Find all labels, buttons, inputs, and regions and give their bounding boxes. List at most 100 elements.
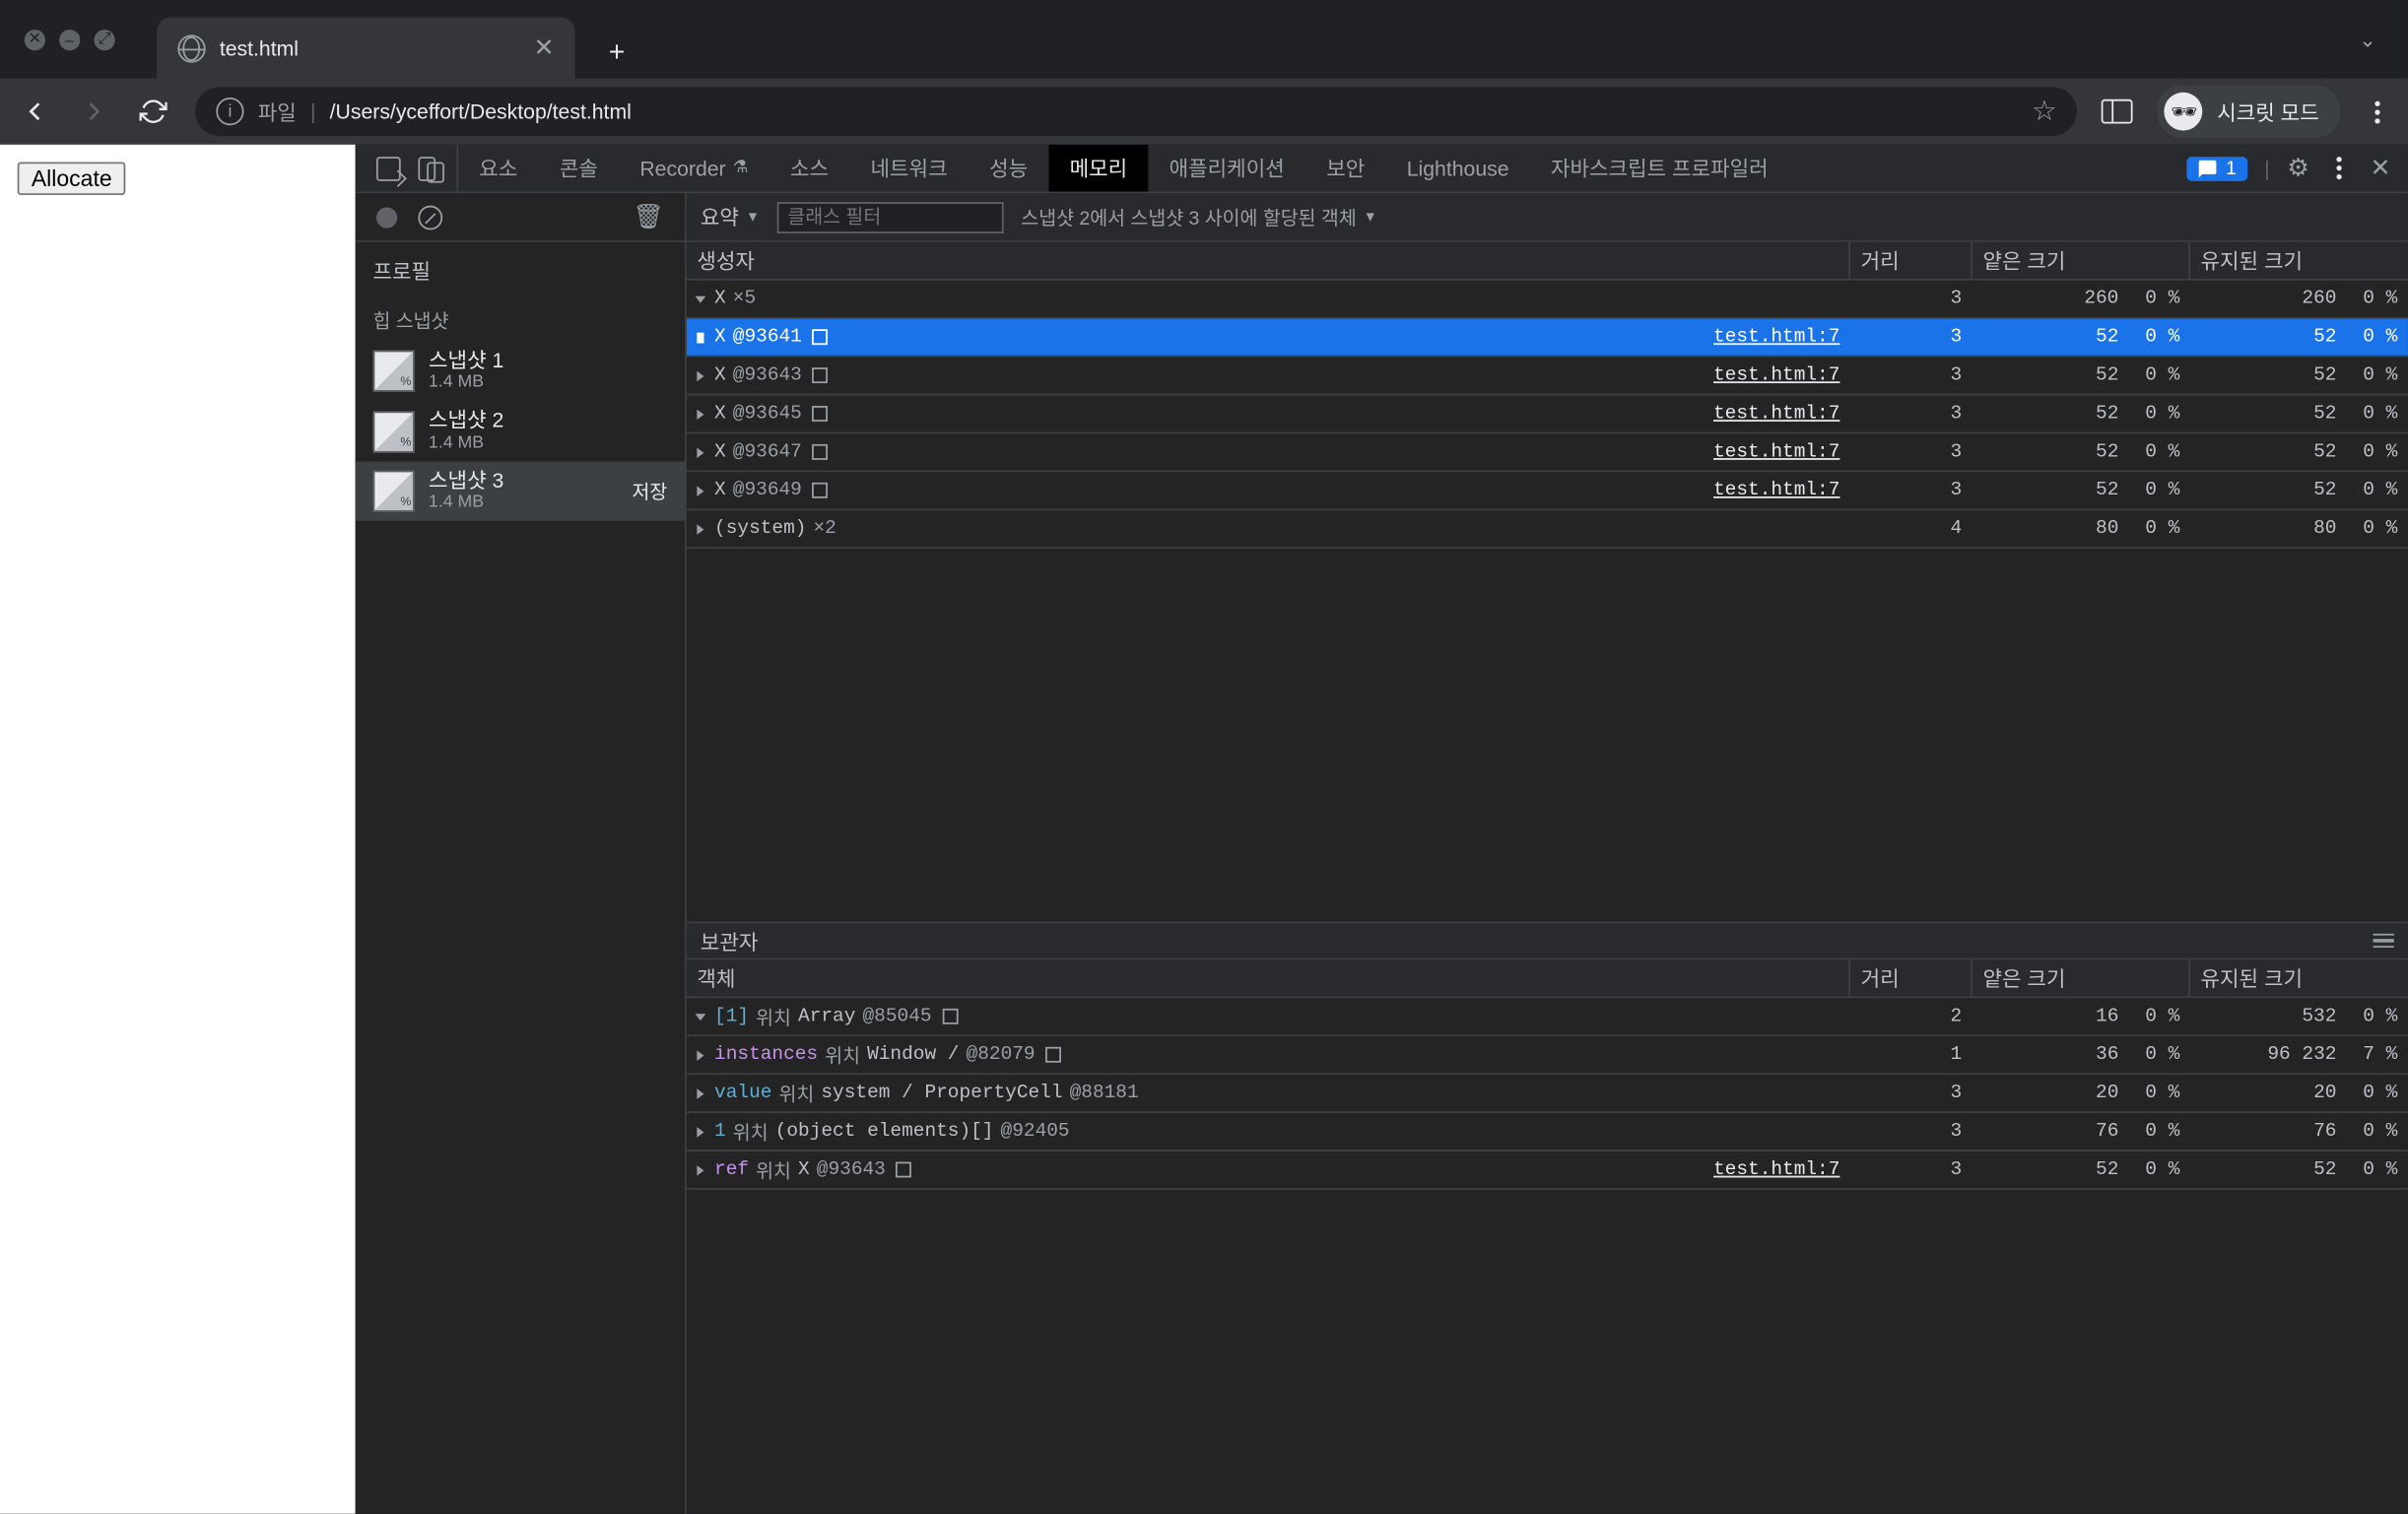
disclosure-icon[interactable] [697,1164,703,1175]
devtools-menu-icon[interactable] [2326,157,2353,179]
col-distance[interactable]: 거리 [1850,959,1973,996]
window-zoom-icon[interactable]: ⤢ [94,29,114,49]
table-row[interactable]: value 위치 system / PropertyCell @88181 32… [687,1075,2408,1113]
browser-menu-icon[interactable] [2365,100,2391,123]
hamburger-icon[interactable] [2374,933,2394,948]
window-icon [812,329,828,345]
sidebar-toolbar: 🗑 [356,193,685,242]
view-dropdown[interactable]: 요약▼ [701,202,760,231]
class-filter-input[interactable] [777,201,1004,232]
tab-security[interactable]: 보안 [1305,145,1386,192]
source-link[interactable]: test.html:7 [1713,1159,1839,1180]
forward-button[interactable] [77,94,111,128]
back-button[interactable] [18,94,52,128]
tab-elements[interactable]: 요소 [458,145,539,192]
tab-performance[interactable]: 성능 [969,145,1049,192]
memory-main-panel: 요약▼ 스냅샷 2에서 스냅샷 3 사이에 할당된 객체▼ 생성자 거리 얕은 … [687,193,2408,1513]
window-icon [812,367,828,383]
table-row[interactable]: [1] 위치 Array @85045 2160 %5320 % [687,998,2408,1036]
retainers-header: 보관자 [687,921,2408,959]
table-row[interactable]: X @93641 test.html:73520 %520 % [687,319,2408,358]
clear-icon[interactable] [418,205,442,230]
snapshot-size: 1.4 MB [429,494,503,514]
snapshot-save[interactable]: 저장 [632,477,667,504]
devtools-close-icon[interactable]: ✕ [2370,154,2390,183]
disclosure-icon[interactable] [697,370,703,381]
table-row[interactable]: X @93647 test.html:73520 %520 % [687,433,2408,472]
table-row[interactable]: (system) ×2 4800 %800 % [687,510,2408,549]
record-icon[interactable] [376,207,397,228]
table-row[interactable]: X ×5 32600 %2600 % [687,281,2408,319]
disclosure-icon[interactable] [697,1087,703,1098]
col-object[interactable]: 객체 [687,959,1850,996]
source-link[interactable]: test.html:7 [1713,403,1839,424]
browser-tab[interactable]: test.html ✕ [157,18,574,79]
chevron-down-icon: ▼ [1364,209,1377,225]
table-row[interactable]: instances 위치 Window / @82079 1360 %96 23… [687,1036,2408,1075]
disclosure-icon[interactable] [696,296,706,302]
tab-recorder[interactable]: Recorder⚗ [619,145,769,192]
issues-badge[interactable]: 1 [2187,156,2246,180]
tab-sources[interactable]: 소스 [769,145,850,192]
source-link[interactable]: test.html:7 [1713,364,1839,385]
tab-profiler[interactable]: 자바스크립트 프로파일러 [1530,145,1789,192]
table-row[interactable]: X @93645 test.html:73520 %520 % [687,395,2408,433]
col-retained[interactable]: 유지된 크기 [2190,242,2408,279]
site-info-icon[interactable]: i [216,98,243,125]
col-distance[interactable]: 거리 [1850,242,1973,279]
tab-overflow-icon[interactable]: ⌄ [2359,27,2408,51]
disclosure-icon[interactable] [696,1013,706,1020]
snapshot-name: 스냅샷 3 [429,468,503,493]
inspect-icon[interactable] [376,156,401,180]
tab-memory[interactable]: 메모리 [1048,145,1148,192]
tab-lighthouse[interactable]: Lighthouse [1385,145,1529,192]
disclosure-icon[interactable] [697,332,703,343]
toolbar: i 파일 | /Users/yceffort/Desktop/test.html… [0,79,2408,145]
disclosure-icon[interactable] [697,485,703,495]
tab-close-icon[interactable]: ✕ [534,33,555,63]
source-link[interactable]: test.html:7 [1713,327,1839,348]
retainers-title: 보관자 [701,926,759,955]
col-retained[interactable]: 유지된 크기 [2190,959,2408,996]
disclosure-icon[interactable] [697,447,703,458]
omnibox[interactable]: i 파일 | /Users/yceffort/Desktop/test.html… [195,87,2078,136]
snapshot-item[interactable]: % 스냅샷 2 1.4 MB [356,401,685,461]
source-link[interactable]: test.html:7 [1713,480,1839,500]
constructors-table-header: 생성자 거리 얕은 크기 유지된 크기 [687,242,2408,281]
disclosure-icon[interactable] [697,523,703,534]
reload-button[interactable] [136,94,170,128]
retainers-table-body: [1] 위치 Array @85045 2160 %5320 % instanc… [687,998,2408,1513]
incognito-badge[interactable]: 🕶 시크릿 모드 [2158,86,2340,138]
source-link[interactable]: test.html:7 [1713,441,1839,462]
col-shallow[interactable]: 얕은 크기 [1973,959,2190,996]
snapshot-item[interactable]: % 스냅샷 1 1.4 MB [356,342,685,402]
tab-application[interactable]: 애플리케이션 [1148,145,1305,192]
window-minimize-icon[interactable]: – [59,29,80,49]
bookmark-icon[interactable]: ☆ [2032,94,2056,128]
col-constructor[interactable]: 생성자 [687,242,1850,279]
table-row[interactable]: 1 위치 (object elements)[] @92405 3760 %76… [687,1113,2408,1152]
window-icon [896,1162,911,1178]
tab-network[interactable]: 네트워크 [849,145,969,192]
side-panel-icon[interactable] [2102,99,2133,124]
tab-title: test.html [220,35,299,60]
col-shallow[interactable]: 얕은 크기 [1973,242,2190,279]
window-icon [942,1009,958,1024]
comparison-dropdown[interactable]: 스냅샷 2에서 스냅샷 3 사이에 할당된 객체▼ [1021,203,1376,230]
disclosure-icon[interactable] [697,1126,703,1137]
tab-console[interactable]: 콘솔 [539,145,620,192]
trash-icon[interactable]: 🗑 [633,202,663,231]
settings-icon[interactable]: ⚙ [2287,154,2308,183]
table-row[interactable]: X @93649 test.html:73520 %520 % [687,472,2408,510]
allocate-button[interactable]: Allocate [18,162,126,195]
disclosure-icon[interactable] [697,409,703,420]
disclosure-icon[interactable] [697,1049,703,1060]
new-tab-button[interactable]: + [592,30,641,79]
snapshot-item[interactable]: % 스냅샷 3 1.4 MB 저장 [356,461,685,521]
table-row[interactable]: X @93643 test.html:73520 %520 % [687,358,2408,396]
profiles-label: 프로필 [356,242,685,296]
window-close-icon[interactable]: ✕ [25,29,45,49]
table-row[interactable]: ref 위치 X @93643 test.html:73520 %520 % [687,1152,2408,1190]
incognito-icon: 🕶 [2165,93,2203,131]
device-toggle-icon[interactable] [418,156,435,180]
